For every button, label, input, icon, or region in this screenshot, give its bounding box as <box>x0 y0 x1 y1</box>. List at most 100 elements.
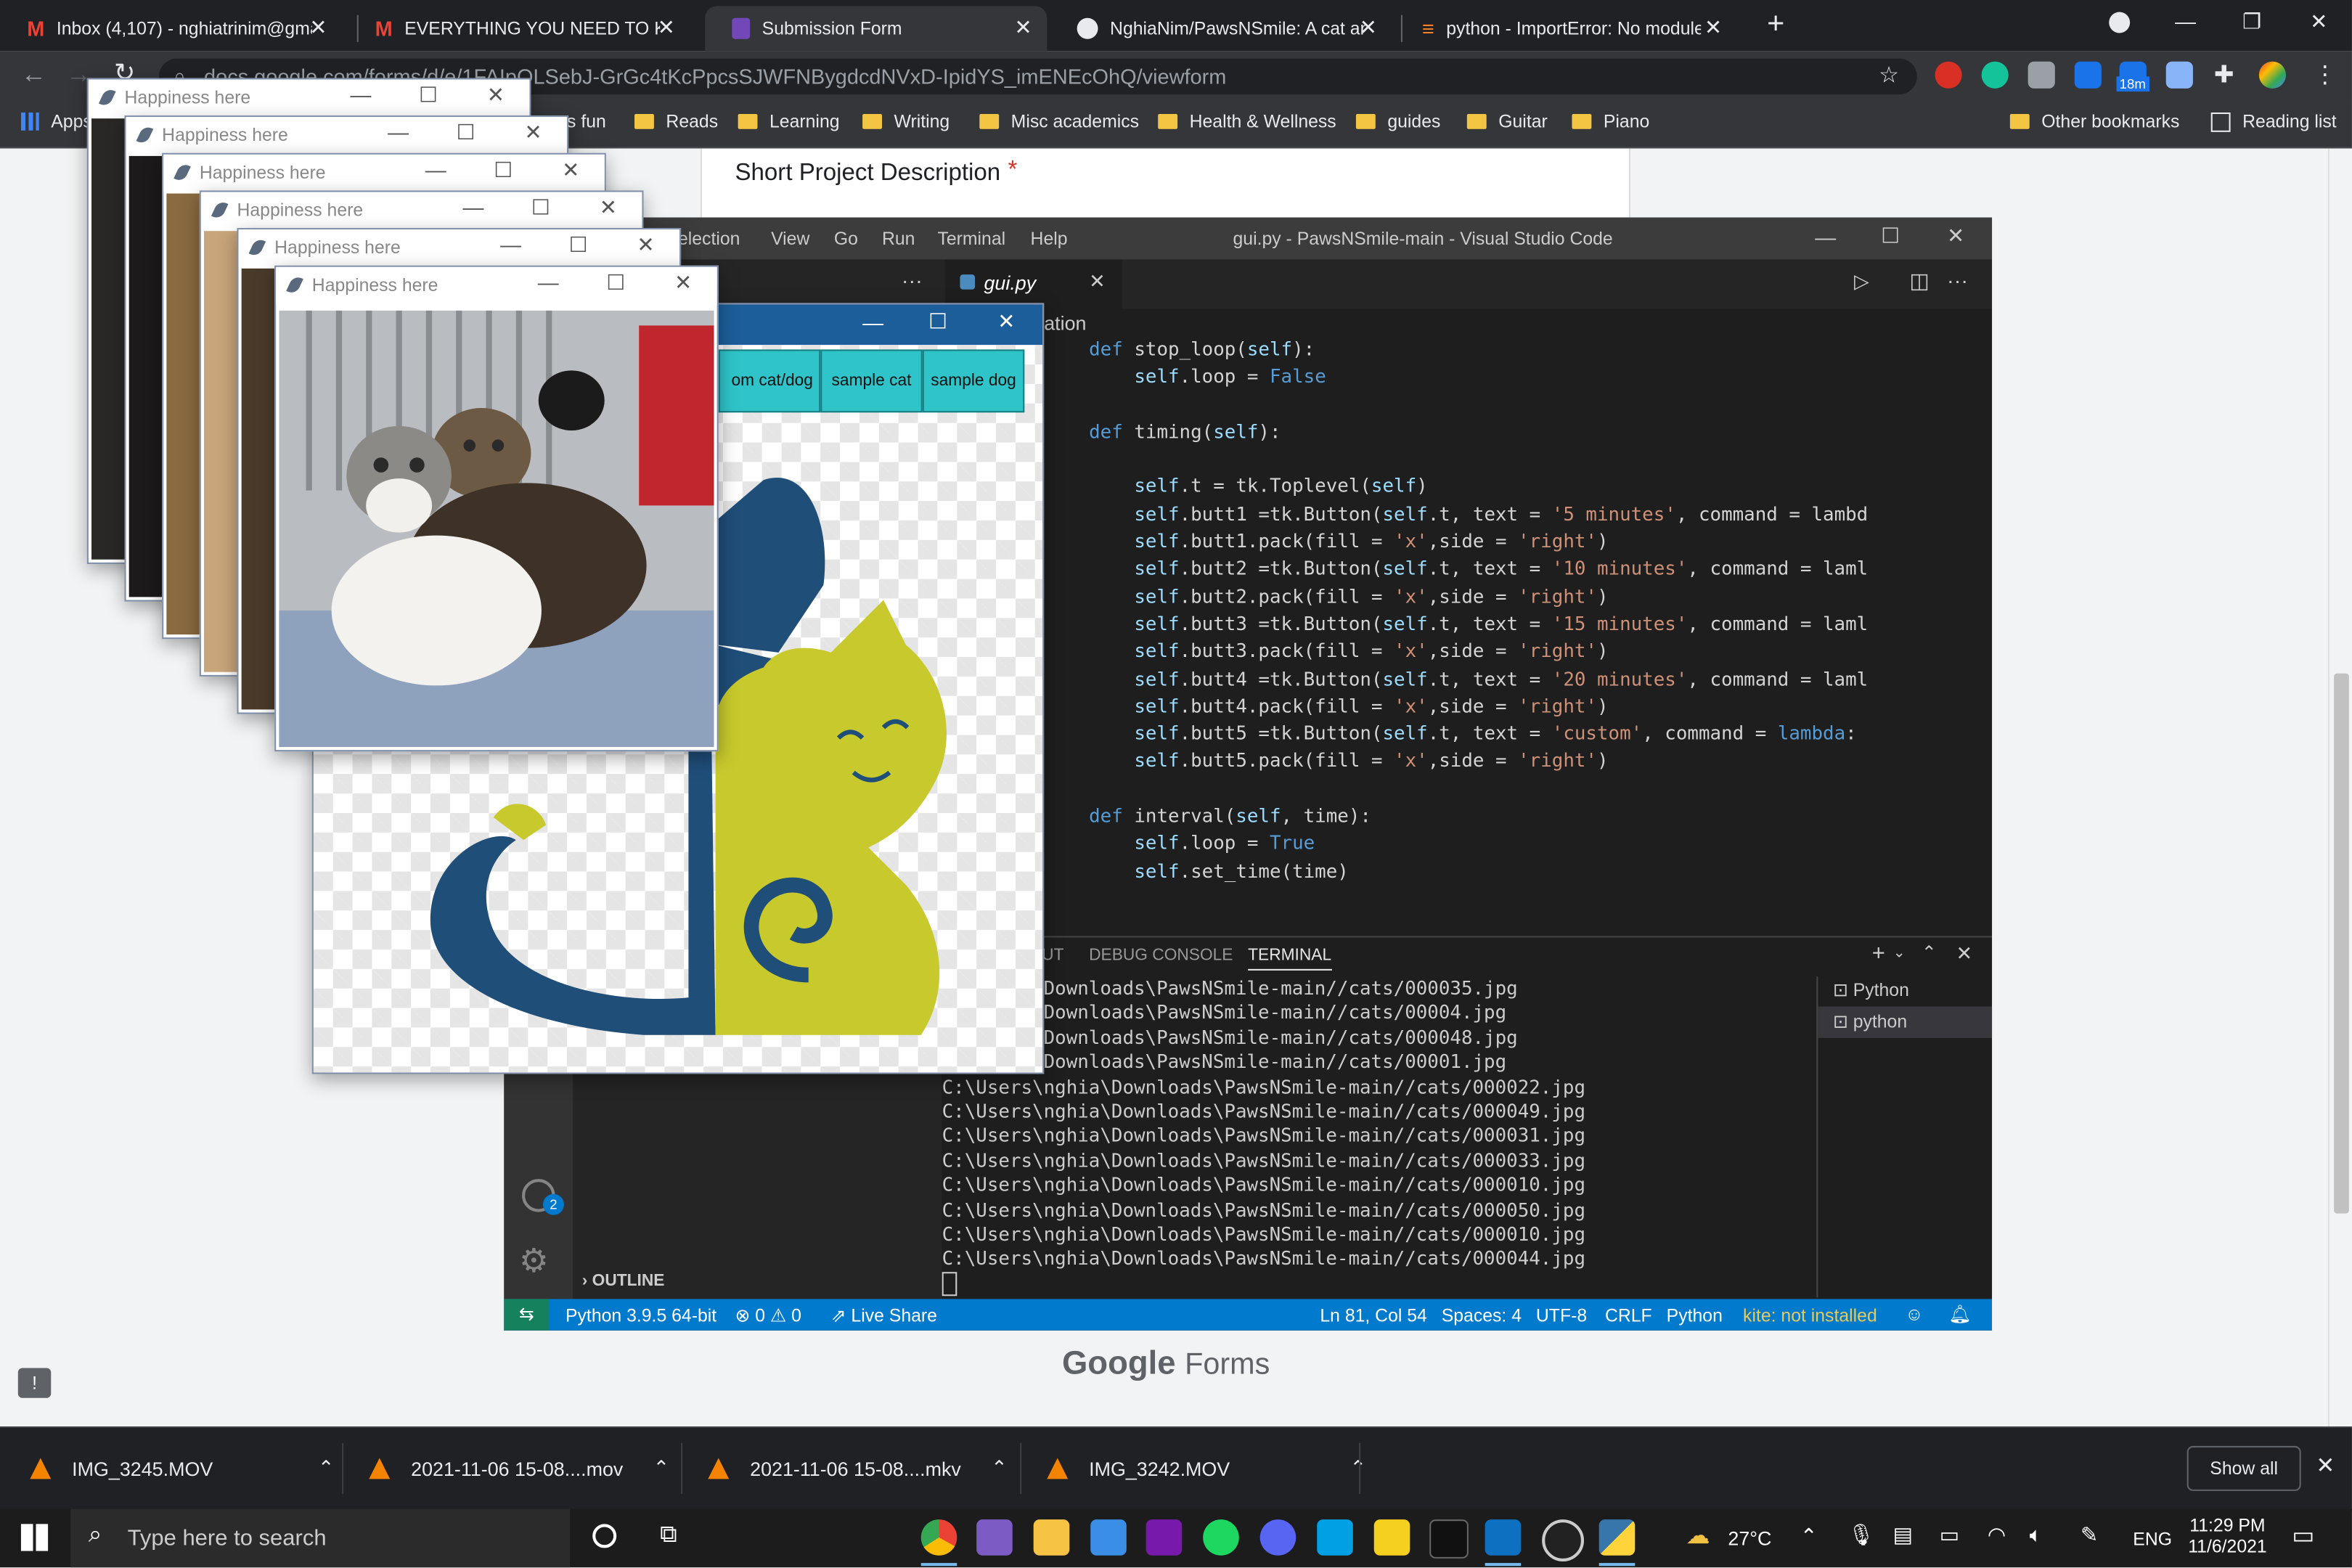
puzzle-icon[interactable]: ✚ <box>2214 60 2234 90</box>
chevron-up-icon[interactable]: ⌃ <box>1800 1524 1818 1549</box>
chrome-icon[interactable] <box>920 1519 957 1556</box>
more-vert-icon[interactable]: ⋮ <box>2313 60 2337 90</box>
file-explorer-icon[interactable] <box>1033 1519 1070 1556</box>
pen-icon[interactable]: ✎ <box>2081 1522 2098 1548</box>
bookmark-reads[interactable]: Reads <box>634 111 718 132</box>
python-icon[interactable] <box>1598 1519 1636 1556</box>
tab-gmail-inbox[interactable]: M Inbox (4,107) - nghiatrinim@gmail.com … <box>0 6 342 51</box>
menu-help[interactable]: Help <box>1031 228 1068 249</box>
close-icon[interactable]: ✕ <box>658 15 675 41</box>
panel-tab-terminal[interactable]: TERMINAL <box>1248 947 1332 971</box>
code-editor[interactable]: y › ⚙ Application def stop_loop(self): s… <box>942 309 1993 939</box>
page-scrollbar[interactable] <box>2327 148 2352 1427</box>
python-interpreter[interactable]: Python 3.9.5 64-bit <box>565 1305 716 1326</box>
adblock-extension-icon[interactable] <box>1935 61 1962 89</box>
download-item[interactable]: 2021-11-06 15-08....mkv ⌃ <box>708 1443 1008 1494</box>
encoding[interactable]: UTF-8 <box>1536 1305 1587 1326</box>
download-item[interactable]: IMG_3242.MOV ⌃ <box>1047 1443 1366 1494</box>
close-panel-icon[interactable]: ✕ <box>1956 942 1972 966</box>
terminal-item-python-active[interactable]: ⊡ python <box>1818 1006 1993 1038</box>
restore-icon[interactable]: ❐ <box>2242 9 2261 34</box>
bell-icon[interactable]: 🔔︎ <box>1948 1304 1971 1325</box>
new-tab-button[interactable]: + <box>1767 7 1784 42</box>
chevron-up-icon[interactable]: ⌃ <box>991 1456 1008 1480</box>
close-window-icon[interactable]: ✕ <box>499 120 567 152</box>
volume-icon[interactable]: 🔈︎ <box>2030 1522 2042 1548</box>
tab-gui-py[interactable]: gui.py ✕ <box>944 259 1122 309</box>
mail-icon[interactable] <box>1090 1519 1127 1556</box>
bookmark-health[interactable]: Health & Wellness <box>1158 111 1336 132</box>
docs-extension-icon[interactable] <box>2165 61 2193 89</box>
minimize-icon[interactable]: — <box>327 83 394 115</box>
menu-terminal[interactable]: Terminal <box>937 228 1005 249</box>
close-icon[interactable]: ✕ <box>309 15 327 41</box>
maximize-icon[interactable]: ☐ <box>928 309 947 335</box>
minimize-icon[interactable]: — <box>862 311 883 335</box>
close-icon[interactable]: ✕ <box>1014 15 1032 41</box>
bookmark-guides[interactable]: guides <box>1355 111 1440 132</box>
terminal-item-python[interactable]: ⊡ Python <box>1833 979 1909 1000</box>
google-forms-logo[interactable]: Google Forms <box>1062 1344 1270 1383</box>
menu-view[interactable]: View <box>771 228 809 249</box>
chevron-up-icon[interactable]: ⌃ <box>1922 942 1937 963</box>
report-icon[interactable]: ! <box>17 1368 52 1398</box>
sample-cat-button[interactable]: sample cat <box>820 349 923 413</box>
close-window-icon[interactable]: ✕ <box>462 83 529 115</box>
scrollbar-thumb[interactable] <box>2334 673 2349 1214</box>
maximize-icon[interactable]: ☐ <box>507 195 574 228</box>
microphone-icon[interactable]: 🎙︎ <box>1848 1522 1875 1548</box>
sticky-notes-icon[interactable] <box>1373 1519 1410 1556</box>
avatar[interactable] <box>2258 61 2287 89</box>
obs-icon[interactable] <box>1542 1519 1585 1562</box>
minimize-icon[interactable]: — <box>2175 9 2196 33</box>
camera-extension-icon[interactable] <box>2028 61 2055 89</box>
timer-extension-icon[interactable]: 18m <box>2116 61 2149 92</box>
sample-dog-button[interactable]: sample dog <box>922 349 1025 413</box>
maximize-icon[interactable]: ☐ <box>1881 224 1900 249</box>
random-cat-dog-button[interactable]: om cat/dog <box>718 349 821 413</box>
problems-count[interactable]: ⊗ 0 ⚠ 0 <box>735 1305 801 1326</box>
close-window-icon[interactable]: ✕ <box>2310 9 2327 34</box>
panel-tab-debug-console[interactable]: DEBUG CONSOLE <box>1089 947 1233 965</box>
line-ending[interactable]: CRLF <box>1605 1305 1652 1326</box>
minimize-icon[interactable]: — <box>1815 225 1836 249</box>
translate-extension-icon[interactable] <box>2074 61 2102 89</box>
chevron-down-icon[interactable]: ⌄ <box>1893 945 1906 962</box>
close-window-icon[interactable]: ✕ <box>1947 224 1964 249</box>
show-all-button[interactable]: Show all <box>2186 1445 2301 1491</box>
minimize-icon[interactable]: — <box>477 232 544 265</box>
notifications-icon[interactable]: ▭ <box>2292 1521 2314 1551</box>
chevron-up-icon[interactable]: ⌃ <box>653 1456 670 1480</box>
close-window-icon[interactable]: ✕ <box>650 270 717 303</box>
minimize-icon[interactable]: — <box>515 270 582 303</box>
spotify-icon[interactable] <box>1203 1519 1239 1556</box>
task-view-icon[interactable]: ⧉ <box>660 1522 677 1549</box>
menu-run[interactable]: Run <box>882 228 915 249</box>
maximize-icon[interactable]: ☐ <box>394 83 462 115</box>
kite-status[interactable]: kite: not installed <box>1743 1305 1877 1326</box>
close-window-icon[interactable]: ✕ <box>574 195 642 228</box>
close-window-icon[interactable]: ✕ <box>997 309 1015 335</box>
live-share[interactable]: ⇗ Live Share <box>831 1305 937 1326</box>
close-icon[interactable]: ✕ <box>1360 15 1377 41</box>
bookmark-apps[interactable]: Apps <box>20 111 92 132</box>
battery-icon[interactable]: ▭ <box>1940 1522 1959 1548</box>
wifi-icon[interactable]: ◠ <box>1988 1522 2006 1548</box>
terminal-icon[interactable] <box>1429 1519 1469 1559</box>
other-bookmarks[interactable]: Other bookmarks <box>2009 111 2179 132</box>
remote-icon[interactable]: ⇆ <box>504 1299 550 1331</box>
more-icon[interactable]: ··· <box>902 269 923 293</box>
vscode-icon[interactable] <box>1485 1519 1522 1556</box>
bookmark-writing[interactable]: Writing <box>862 111 950 132</box>
weather-icon[interactable]: ☁ <box>1686 1521 1710 1551</box>
bookmark-fun[interactable]: s fun <box>567 111 606 132</box>
language-indicator[interactable]: ENG <box>2133 1529 2172 1550</box>
feedback-icon[interactable]: ☺ <box>1905 1304 1923 1325</box>
discord-icon[interactable] <box>1259 1519 1297 1556</box>
tab-stackoverflow[interactable]: ≡ python - ImportError: No module ✕ <box>1395 6 1737 51</box>
cortana-icon[interactable] <box>592 1524 617 1548</box>
cisco-icon[interactable] <box>1317 1519 1353 1556</box>
clock[interactable]: 11:29 PM 11/6/2021 <box>2184 1515 2271 1557</box>
close-window-icon[interactable]: ✕ <box>612 232 679 265</box>
maximize-icon[interactable]: ☐ <box>544 232 612 265</box>
